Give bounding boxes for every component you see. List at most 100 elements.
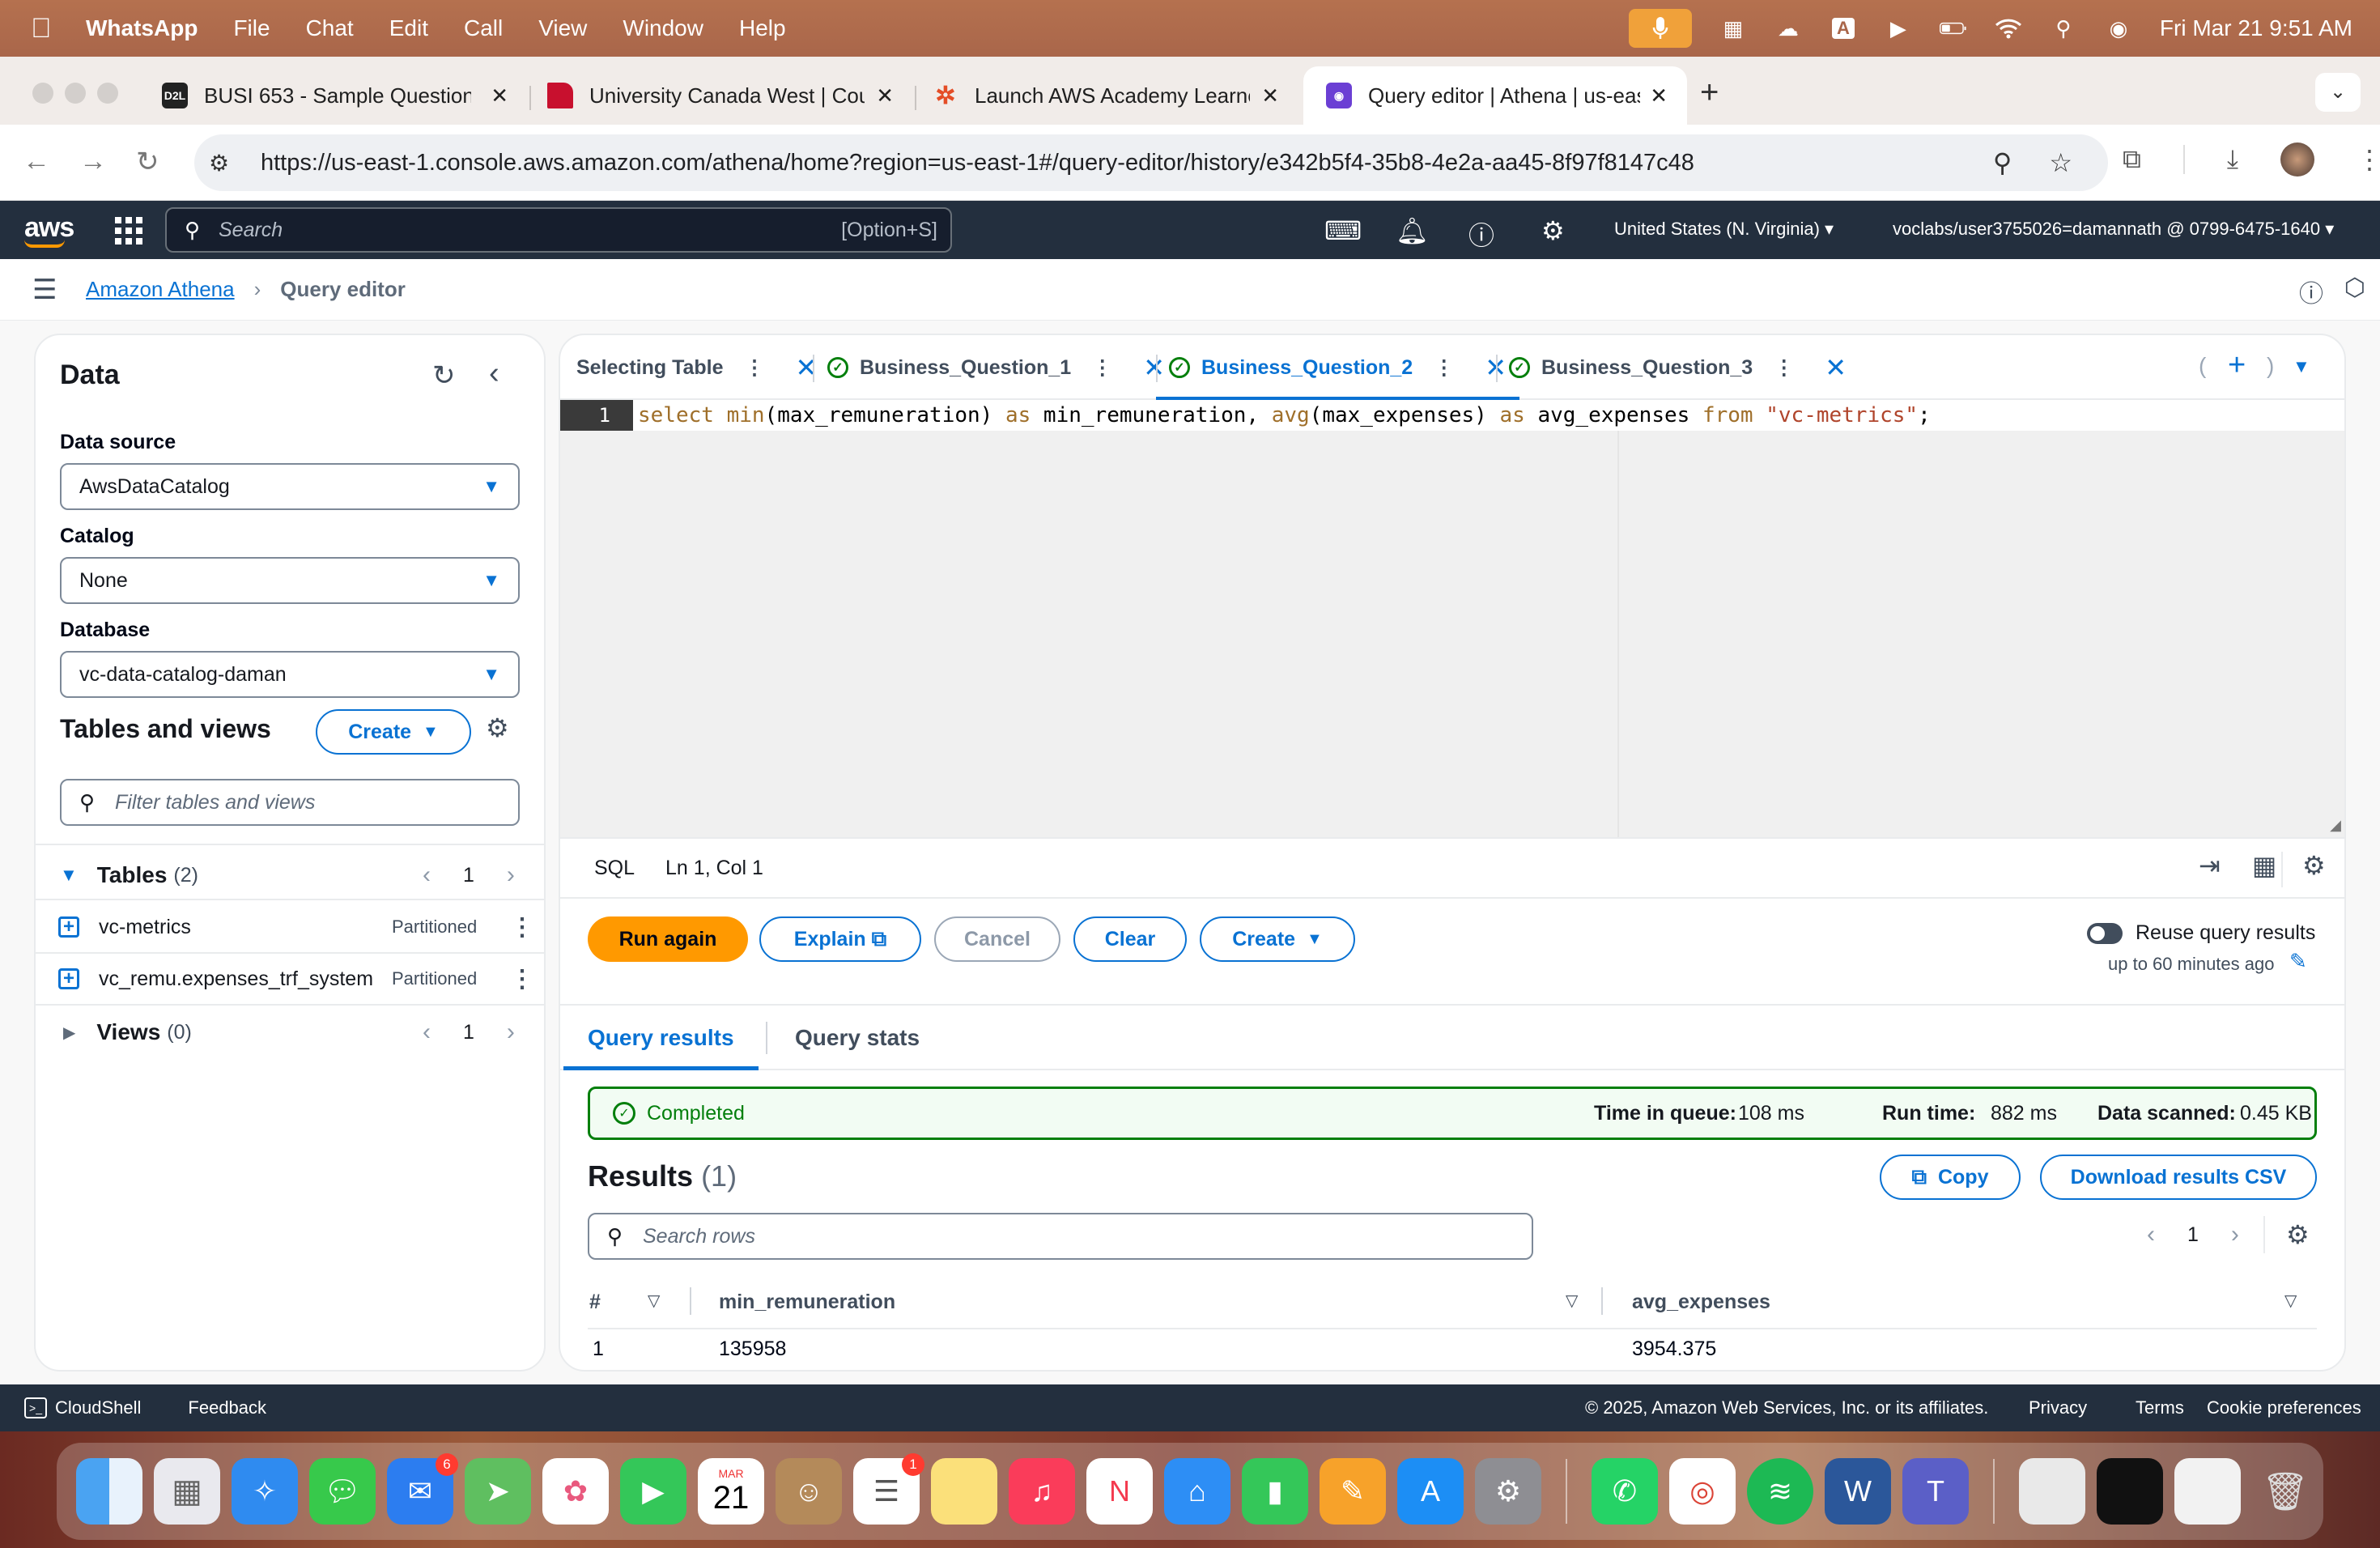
table-actions-icon[interactable]: ⋮ <box>510 913 534 942</box>
refresh-icon[interactable]: ↻ <box>432 359 456 392</box>
query-tab-business-question-2[interactable]: ✓ Business_Question_2 ⋮ ✕ <box>1155 335 1520 400</box>
expand-plus-icon[interactable]: + <box>58 916 79 938</box>
close-tab-icon[interactable]: ✕ <box>1261 83 1279 108</box>
query-tab-business-question-3[interactable]: ✓ Business_Question_3 ⋮ ✕ <box>1509 335 1847 400</box>
zoom-icon[interactable]: ⚲ <box>1993 147 2012 178</box>
zoom-window-button[interactable] <box>97 83 118 104</box>
search-rows-input[interactable]: ⚲ Search rows <box>588 1213 1533 1260</box>
menu-view[interactable]: View <box>538 15 587 41</box>
close-window-button[interactable] <box>32 83 53 104</box>
feedback-link[interactable]: Feedback <box>188 1397 266 1418</box>
menu-file[interactable]: File <box>233 15 270 41</box>
table-name[interactable]: vc-metrics <box>99 916 191 939</box>
cloudshell-icon[interactable]: >_ <box>24 1397 47 1418</box>
preferences-gear-icon[interactable]: ⚙ <box>486 712 509 743</box>
cloudshell-icon[interactable]: ⌨ <box>1324 215 1362 246</box>
close-tab-icon[interactable]: ✕ <box>1143 352 1165 383</box>
profile-avatar[interactable] <box>2280 142 2315 176</box>
format-query-icon[interactable]: ⇥ <box>2199 850 2221 881</box>
teams-icon[interactable]: T <box>1902 1458 1969 1525</box>
prev-page-icon[interactable]: ‹ <box>423 1019 431 1046</box>
column-header-avg-expenses[interactable]: avg_expenses <box>1632 1278 1770 1326</box>
results-settings-gear-icon[interactable]: ⚙ <box>2286 1219 2310 1250</box>
close-tab-icon[interactable]: ✕ <box>1650 83 1668 108</box>
download-results-csv-button[interactable]: Download results CSV <box>2040 1155 2317 1200</box>
sql-code-line[interactable]: select min(max_remuneration) as min_remu… <box>633 400 2344 431</box>
results-page-number[interactable]: 1 <box>2187 1223 2199 1247</box>
address-bar[interactable]: ⚙ https://us-east-1.console.aws.amazon.c… <box>194 134 2108 191</box>
menu-app-name[interactable]: WhatsApp <box>86 15 198 41</box>
tab-query-results[interactable]: Query results <box>563 1006 758 1070</box>
microphone-icon[interactable] <box>1628 9 1692 48</box>
collapse-panel-icon[interactable]: ‹ <box>489 356 499 391</box>
settings-gear-icon[interactable]: ⚙ <box>1541 215 1565 246</box>
spotify-icon[interactable]: ≋ <box>1747 1458 1813 1525</box>
next-page-icon[interactable]: › <box>507 1019 515 1046</box>
menu-window[interactable]: Window <box>623 15 703 41</box>
pages-icon[interactable]: ✎ <box>1320 1458 1386 1525</box>
recent-document-icon[interactable] <box>2019 1458 2085 1525</box>
browser-tab-athena[interactable]: ◉ Query editor | Athena | us-eas ✕ <box>1303 66 1687 125</box>
notifications-bell-icon[interactable]: 🔔︎ <box>1396 215 1429 246</box>
add-query-tab-icon[interactable]: + <box>2228 348 2246 383</box>
menu-edit[interactable]: Edit <box>389 15 428 41</box>
terms-link[interactable]: Terms <box>2136 1397 2184 1418</box>
close-tab-icon[interactable]: ✕ <box>491 83 508 108</box>
calendar-icon[interactable]: MAR 21 <box>698 1458 764 1525</box>
column-header-index[interactable]: # <box>589 1278 601 1326</box>
sql-editor[interactable]: 1 select min(max_remuneration) as min_re… <box>560 400 2344 837</box>
column-divider[interactable] <box>690 1287 691 1315</box>
create-table-button[interactable]: Create ▼ <box>316 709 471 755</box>
downloads-icon[interactable]: ⤓ <box>2227 144 2238 175</box>
word-icon[interactable]: W <box>1825 1458 1891 1525</box>
table-row[interactable]: + vc_remu.expenses_trf_system Partitione… <box>36 954 544 1004</box>
menu-call[interactable]: Call <box>464 15 503 41</box>
back-icon[interactable]: ← <box>23 146 50 177</box>
column-header-min-remuneration[interactable]: min_remuneration <box>719 1278 895 1326</box>
wifi-icon[interactable] <box>1995 17 2022 40</box>
extensions-icon[interactable]: ⧉ <box>2123 144 2141 175</box>
filter-tables-input[interactable]: ⚲ Filter tables and views <box>60 779 520 826</box>
views-page-number[interactable]: 1 <box>463 1021 474 1044</box>
tab-menu-icon[interactable]: ⋮ <box>745 355 765 380</box>
table-actions-icon[interactable]: ⋮ <box>510 965 534 993</box>
menu-chat[interactable]: Chat <box>306 15 354 41</box>
data-source-select[interactable]: AwsDataCatalog ▼ <box>60 463 520 510</box>
icloud-icon[interactable]: ☁ <box>1774 16 1802 40</box>
edit-pencil-icon[interactable]: ✎ <box>2289 949 2307 974</box>
resize-handle-icon[interactable]: ◢ <box>2330 817 2341 834</box>
close-tab-icon[interactable]: ✕ <box>876 83 894 108</box>
recent-image-icon[interactable] <box>2097 1458 2163 1525</box>
cloudshell-link[interactable]: CloudShell <box>55 1397 141 1418</box>
url-text[interactable]: https://us-east-1.console.aws.amazon.com… <box>261 150 1694 176</box>
prev-page-icon[interactable]: ‹ <box>423 861 431 889</box>
scroll-right-icon[interactable]: ) <box>2267 353 2274 379</box>
editor-settings-gear-icon[interactable]: ⚙ <box>2302 850 2326 881</box>
explain-button[interactable]: Explain ⧉ <box>759 916 921 962</box>
sort-icon[interactable]: ▽ <box>648 1291 660 1311</box>
recent-document-icon[interactable] <box>2174 1458 2241 1525</box>
chrome-icon[interactable]: ◎ <box>1669 1458 1736 1525</box>
sort-icon[interactable]: ▽ <box>2284 1291 2297 1311</box>
browser-tab-busi653[interactable]: D2L BUSI 653 - Sample Question ✕ <box>139 66 528 125</box>
caret-expanded-icon[interactable]: ▼ <box>60 865 78 886</box>
hamburger-menu-icon[interactable]: ☰ <box>32 274 86 306</box>
contacts-icon[interactable]: ☺ <box>776 1458 842 1525</box>
caret-collapsed-icon[interactable]: ▶ <box>63 1023 75 1043</box>
notes-icon[interactable] <box>931 1458 997 1525</box>
battery-icon[interactable] <box>1939 17 1967 40</box>
system-settings-icon[interactable]: ⚙ <box>1475 1458 1541 1525</box>
run-again-button[interactable]: Run again <box>588 916 748 962</box>
column-divider[interactable] <box>1601 1287 1603 1315</box>
region-selector[interactable]: United States (N. Virginia) ▾ <box>1614 219 1834 240</box>
browser-tab-aws-academy[interactable]: ✲ Launch AWS Academy Learne ✕ <box>910 66 1298 125</box>
tables-group-header[interactable]: ▼ Tables (2) ‹ 1 › <box>36 850 544 900</box>
app-store-icon[interactable]: A <box>1397 1458 1464 1525</box>
minimize-window-button[interactable] <box>65 83 86 104</box>
hexagon-settings-icon[interactable]: ⬡ <box>2344 274 2365 302</box>
play-icon[interactable]: ▶ <box>1885 16 1912 40</box>
account-menu[interactable]: voclabs/user3755026=damannath @ 0799-647… <box>1893 219 2334 240</box>
reload-icon[interactable]: ↻ <box>136 146 159 178</box>
services-grid-icon[interactable] <box>115 217 142 245</box>
news-icon[interactable]: N <box>1086 1458 1153 1525</box>
